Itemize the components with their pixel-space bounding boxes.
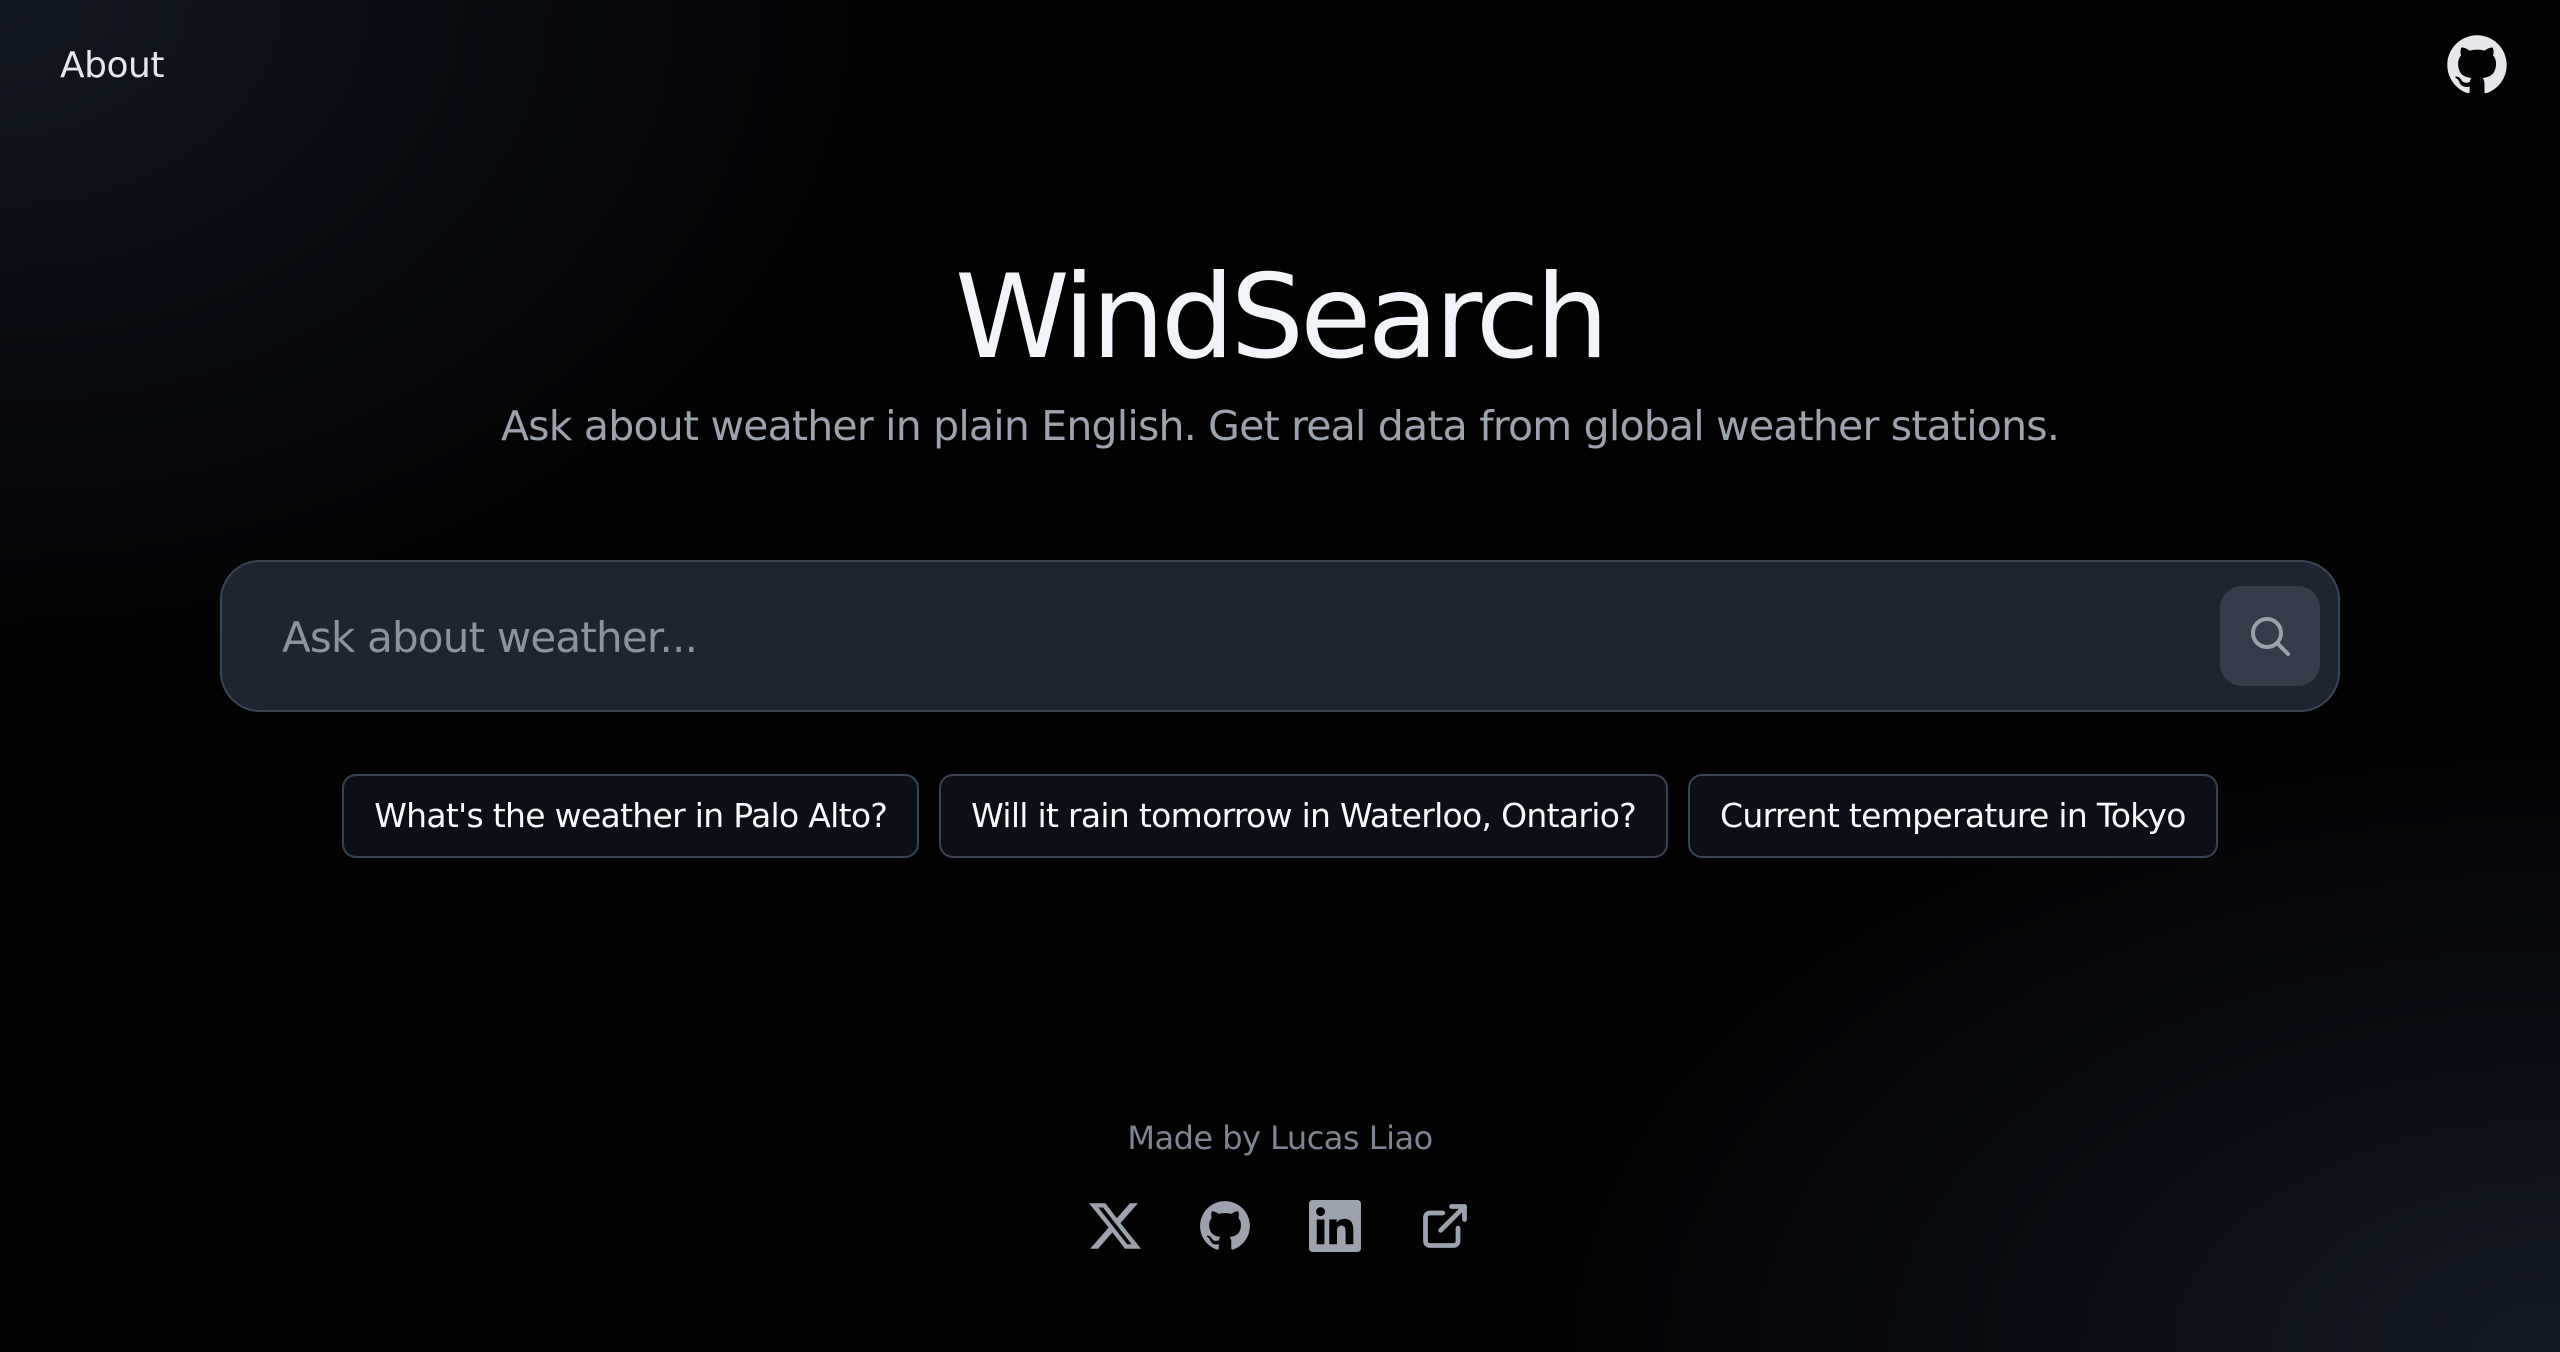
search-icon [2251, 617, 2290, 656]
github-icon[interactable] [2446, 34, 2508, 96]
linkedin-icon[interactable] [1309, 1200, 1361, 1252]
suggestion-chip[interactable]: What's the weather in Palo Alto? [342, 774, 920, 858]
github-icon[interactable] [1199, 1200, 1251, 1252]
social-links [0, 1200, 2560, 1252]
x-icon[interactable] [1089, 1200, 1141, 1252]
suggestion-chip[interactable]: Current temperature in Tokyo [1688, 774, 2218, 858]
search-input[interactable] [280, 596, 2184, 678]
page-subtitle: Ask about weather in plain English. Get … [500, 402, 2060, 450]
search-button[interactable] [2220, 586, 2320, 686]
search-box [220, 560, 2340, 712]
suggestion-chip[interactable]: Will it rain tomorrow in Waterloo, Ontar… [939, 774, 1669, 858]
page-title: WindSearch [954, 250, 1609, 385]
external-link-icon[interactable] [1419, 1200, 1471, 1252]
suggestion-list: What's the weather in Palo Alto? Will it… [0, 774, 2560, 858]
about-link[interactable]: About [60, 42, 164, 90]
made-by-credit: Made by Lucas Liao [1127, 1119, 1433, 1157]
